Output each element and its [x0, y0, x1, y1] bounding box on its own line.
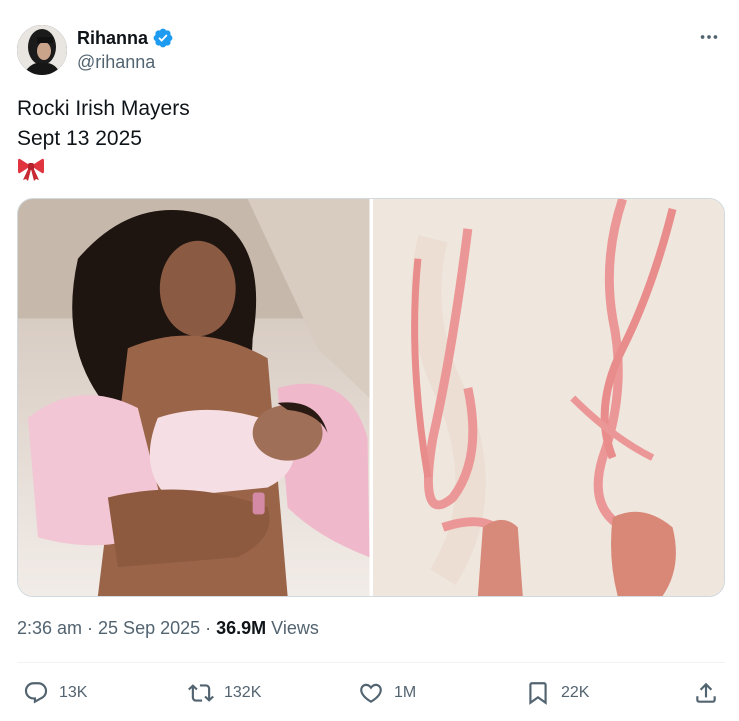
like-icon [360, 683, 382, 703]
tweet-meta: 2:36 am · 25 Sep 2025 · 36.9M Views [17, 618, 319, 639]
ribbon-bow-icon [18, 158, 44, 181]
like-button[interactable]: 1M [358, 674, 416, 712]
more-icon [700, 35, 718, 39]
tweet-line: Sept 13 2025 [17, 127, 142, 150]
bookmark-button[interactable]: 22K [525, 674, 589, 712]
repost-count: 132K [224, 684, 262, 701]
handle[interactable]: @rihanna [77, 52, 155, 73]
avatar[interactable] [17, 25, 67, 75]
action-bar: 13K 132K 1M 22K [17, 674, 725, 712]
media-grid [17, 198, 725, 597]
reply-count: 13K [59, 684, 88, 701]
name-row: Rihanna [77, 27, 174, 49]
bookmark-icon [529, 682, 547, 705]
tweet-text: Rocki Irish Mayers Sept 13 2025 [17, 94, 190, 154]
verified-badge-icon [153, 28, 173, 48]
bookmark-count: 22K [561, 684, 590, 701]
display-name[interactable]: Rihanna [77, 28, 148, 49]
timestamp[interactable]: 2:36 am · 25 Sep 2025 · [17, 618, 216, 638]
views-count: 36.9M [216, 618, 267, 638]
reply-icon [24, 682, 48, 704]
reply-button[interactable]: 13K [23, 674, 87, 712]
like-count: 1M [394, 684, 417, 701]
tweet-header: Rihanna @rihanna [17, 25, 727, 77]
photo-mother-baby[interactable] [18, 199, 370, 596]
views-label: Views [266, 618, 319, 638]
photo-ribbons-booties[interactable] [372, 199, 724, 596]
tweet-line: Rocki Irish Mayers [17, 97, 190, 120]
divider [17, 662, 725, 663]
repost-icon [188, 684, 214, 702]
share-icon [696, 682, 716, 703]
repost-button[interactable]: 132K [188, 674, 261, 712]
more-button[interactable] [697, 25, 721, 49]
share-button[interactable] [693, 674, 719, 712]
